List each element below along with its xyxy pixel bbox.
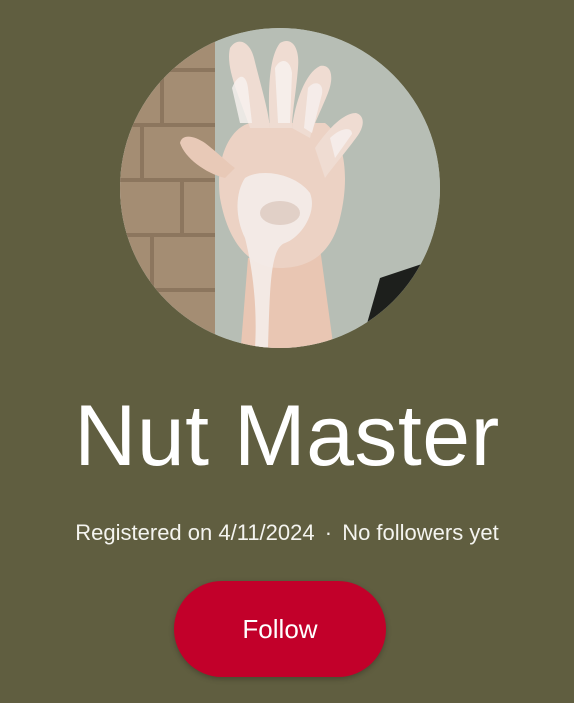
avatar-hand-image [120, 28, 440, 348]
profile-name: Nut Master [74, 388, 500, 484]
avatar[interactable] [120, 28, 440, 348]
profile-meta: Registered on 4/11/2024 · No followers y… [0, 518, 574, 548]
meta-separator: · [324, 520, 333, 545]
followers-count: No followers yet [342, 520, 499, 545]
profile-header: Nut Master Registered on 4/11/2024 · No … [0, 0, 574, 703]
follow-button[interactable]: Follow [174, 581, 386, 677]
registered-date: Registered on 4/11/2024 [75, 520, 315, 545]
